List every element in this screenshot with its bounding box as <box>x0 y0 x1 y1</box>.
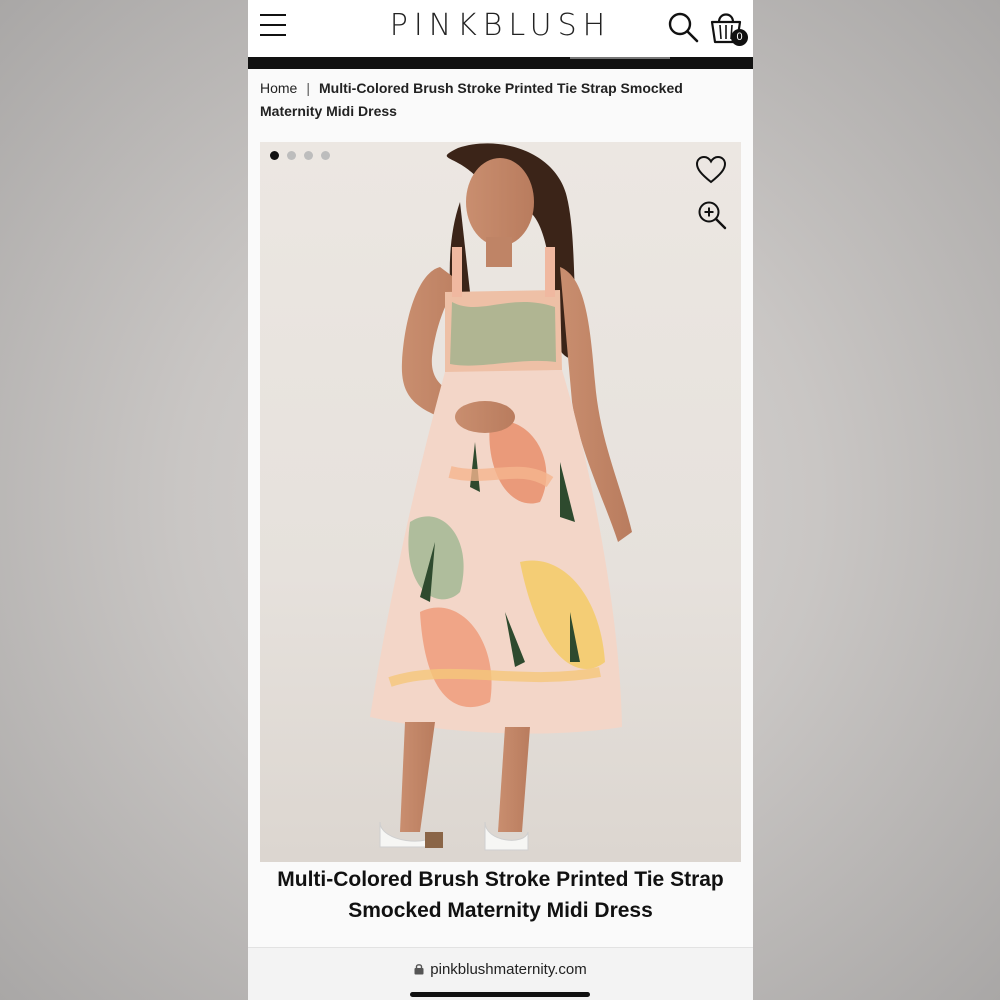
gallery-dot-4[interactable] <box>321 151 330 160</box>
home-indicator[interactable] <box>410 992 590 997</box>
gallery-pagination <box>270 151 330 160</box>
product-image-gallery[interactable] <box>260 142 741 862</box>
url-display[interactable]: pinkblushmaternity.com <box>248 961 753 978</box>
product-title: Multi-Colored Brush Stroke Printed Tie S… <box>277 868 724 922</box>
breadcrumb-separator: | <box>306 80 310 96</box>
url-text: pinkblushmaternity.com <box>430 961 587 978</box>
gallery-dot-3[interactable] <box>304 151 313 160</box>
cart-count-badge: 0 <box>731 29 748 46</box>
breadcrumb-current: Multi-Colored Brush Stroke Printed Tie S… <box>260 80 683 119</box>
site-header: PINKBLUSH 0 <box>248 0 753 57</box>
product-page: Home | Multi-Colored Brush Stroke Printed … <box>248 69 753 947</box>
zoom-in-icon[interactable] <box>697 200 727 230</box>
promo-bar[interactable] <box>248 57 753 69</box>
search-icon[interactable] <box>666 10 700 44</box>
lock-icon <box>414 964 424 975</box>
product-photo <box>370 143 632 851</box>
heart-icon[interactable] <box>695 155 727 185</box>
breadcrumb: Home | Multi-Colored Brush Stroke Printed … <box>260 77 730 123</box>
phone-screen: PINKBLUSH 0 Home | Multi-Colored Brush Str… <box>248 0 753 1000</box>
gallery-dot-2[interactable] <box>287 151 296 160</box>
gallery-dot-1[interactable] <box>270 151 279 160</box>
browser-address-bar[interactable]: pinkblushmaternity.com <box>248 947 753 1000</box>
promo-bar-indicator <box>570 57 670 59</box>
breadcrumb-home-link[interactable]: Home <box>260 80 297 96</box>
